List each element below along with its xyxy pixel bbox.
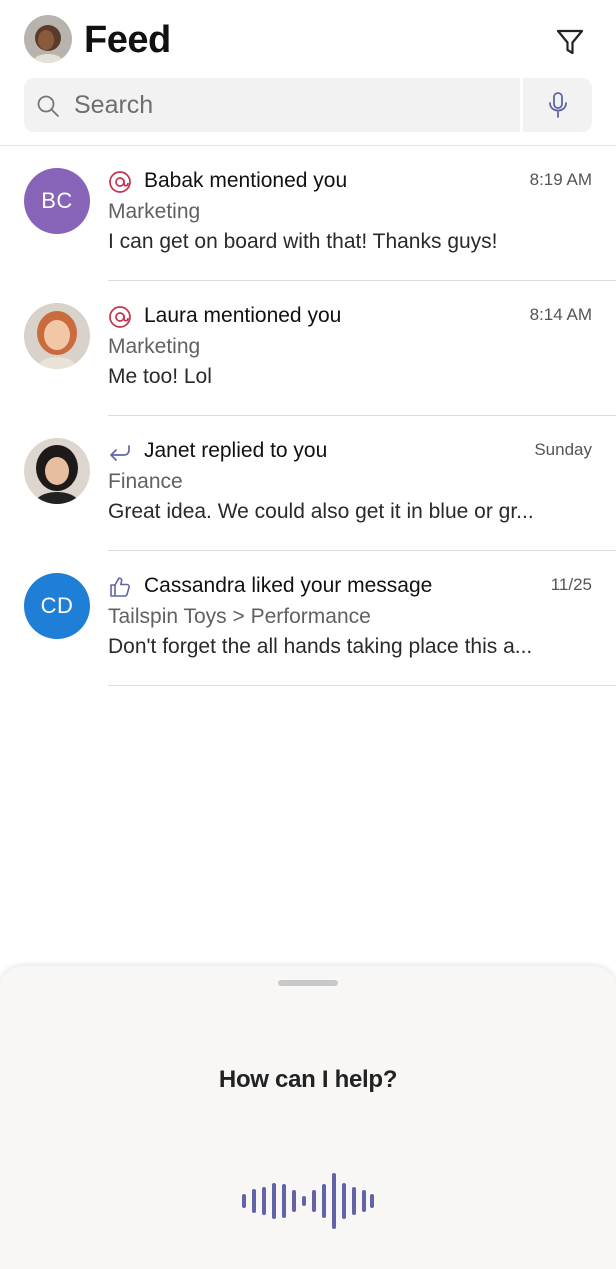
voice-assistant-sheet: How can I help? (0, 966, 616, 1269)
search-input[interactable] (74, 78, 504, 132)
search-icon (37, 95, 59, 117)
microphone-icon (548, 92, 567, 118)
user-photo-icon (24, 438, 90, 504)
feed-item-title: Cassandra liked your message (144, 574, 433, 597)
activity-feed: BC Babak mentioned you 8:19 AM Marketing… (0, 146, 616, 686)
feed-item-title: Laura mentioned you (144, 304, 342, 327)
feed-item-time: 8:14 AM (529, 305, 592, 324)
feed-item-title: Janet replied to you (144, 439, 328, 462)
assistant-prompt: How can I help? (218, 1066, 398, 1093)
feed-item-preview: I can get on board with that! Thanks guy… (108, 230, 498, 253)
search-bar[interactable] (24, 78, 520, 132)
feed-item-channel: Marketing (108, 335, 201, 358)
feed-item-time: Sunday (534, 440, 592, 459)
avatar (24, 303, 90, 369)
filter-icon (556, 29, 584, 55)
feed-item[interactable]: BC Babak mentioned you 8:19 AM Marketing… (0, 146, 616, 281)
divider (108, 685, 616, 686)
page-title: Feed (84, 19, 171, 61)
user-avatar-icon (24, 15, 72, 63)
feed-item-preview: Don't forget the all hands taking place … (108, 635, 533, 658)
feed-item-preview: Great idea. We could also get it in blue… (108, 500, 534, 523)
mention-icon (109, 171, 131, 193)
avatar (24, 438, 90, 504)
filter-button[interactable] (552, 24, 588, 60)
feed-item-title: Babak mentioned you (144, 169, 348, 192)
feed-item[interactable]: Laura mentioned you 8:14 AM Marketing Me… (0, 281, 616, 416)
feed-item-channel: Tailspin Toys > Performance (108, 605, 371, 628)
feed-item[interactable]: Janet replied to you Sunday Finance Grea… (0, 416, 616, 551)
avatar-initials: BC (41, 188, 73, 213)
voice-waveform-icon[interactable] (240, 1172, 376, 1230)
microphone-button[interactable] (523, 78, 592, 132)
like-icon (110, 577, 130, 597)
app-header: Feed (0, 0, 616, 146)
feed-item-time: 8:19 AM (529, 170, 592, 189)
sheet-drag-handle[interactable] (278, 980, 338, 986)
feed-item-channel: Finance (108, 470, 183, 493)
avatar-initials: CD (40, 593, 74, 618)
feed-item[interactable]: CD Cassandra liked your message 11/25 Ta… (0, 551, 616, 686)
feed-item-time: 11/25 (550, 575, 592, 594)
user-photo-icon (24, 303, 90, 369)
avatar: CD (24, 573, 90, 639)
reply-icon (110, 445, 130, 461)
profile-avatar[interactable] (24, 15, 72, 63)
avatar: BC (24, 168, 90, 234)
feed-item-preview: Me too! Lol (108, 365, 212, 388)
feed-item-channel: Marketing (108, 200, 201, 223)
mention-icon (109, 306, 131, 328)
